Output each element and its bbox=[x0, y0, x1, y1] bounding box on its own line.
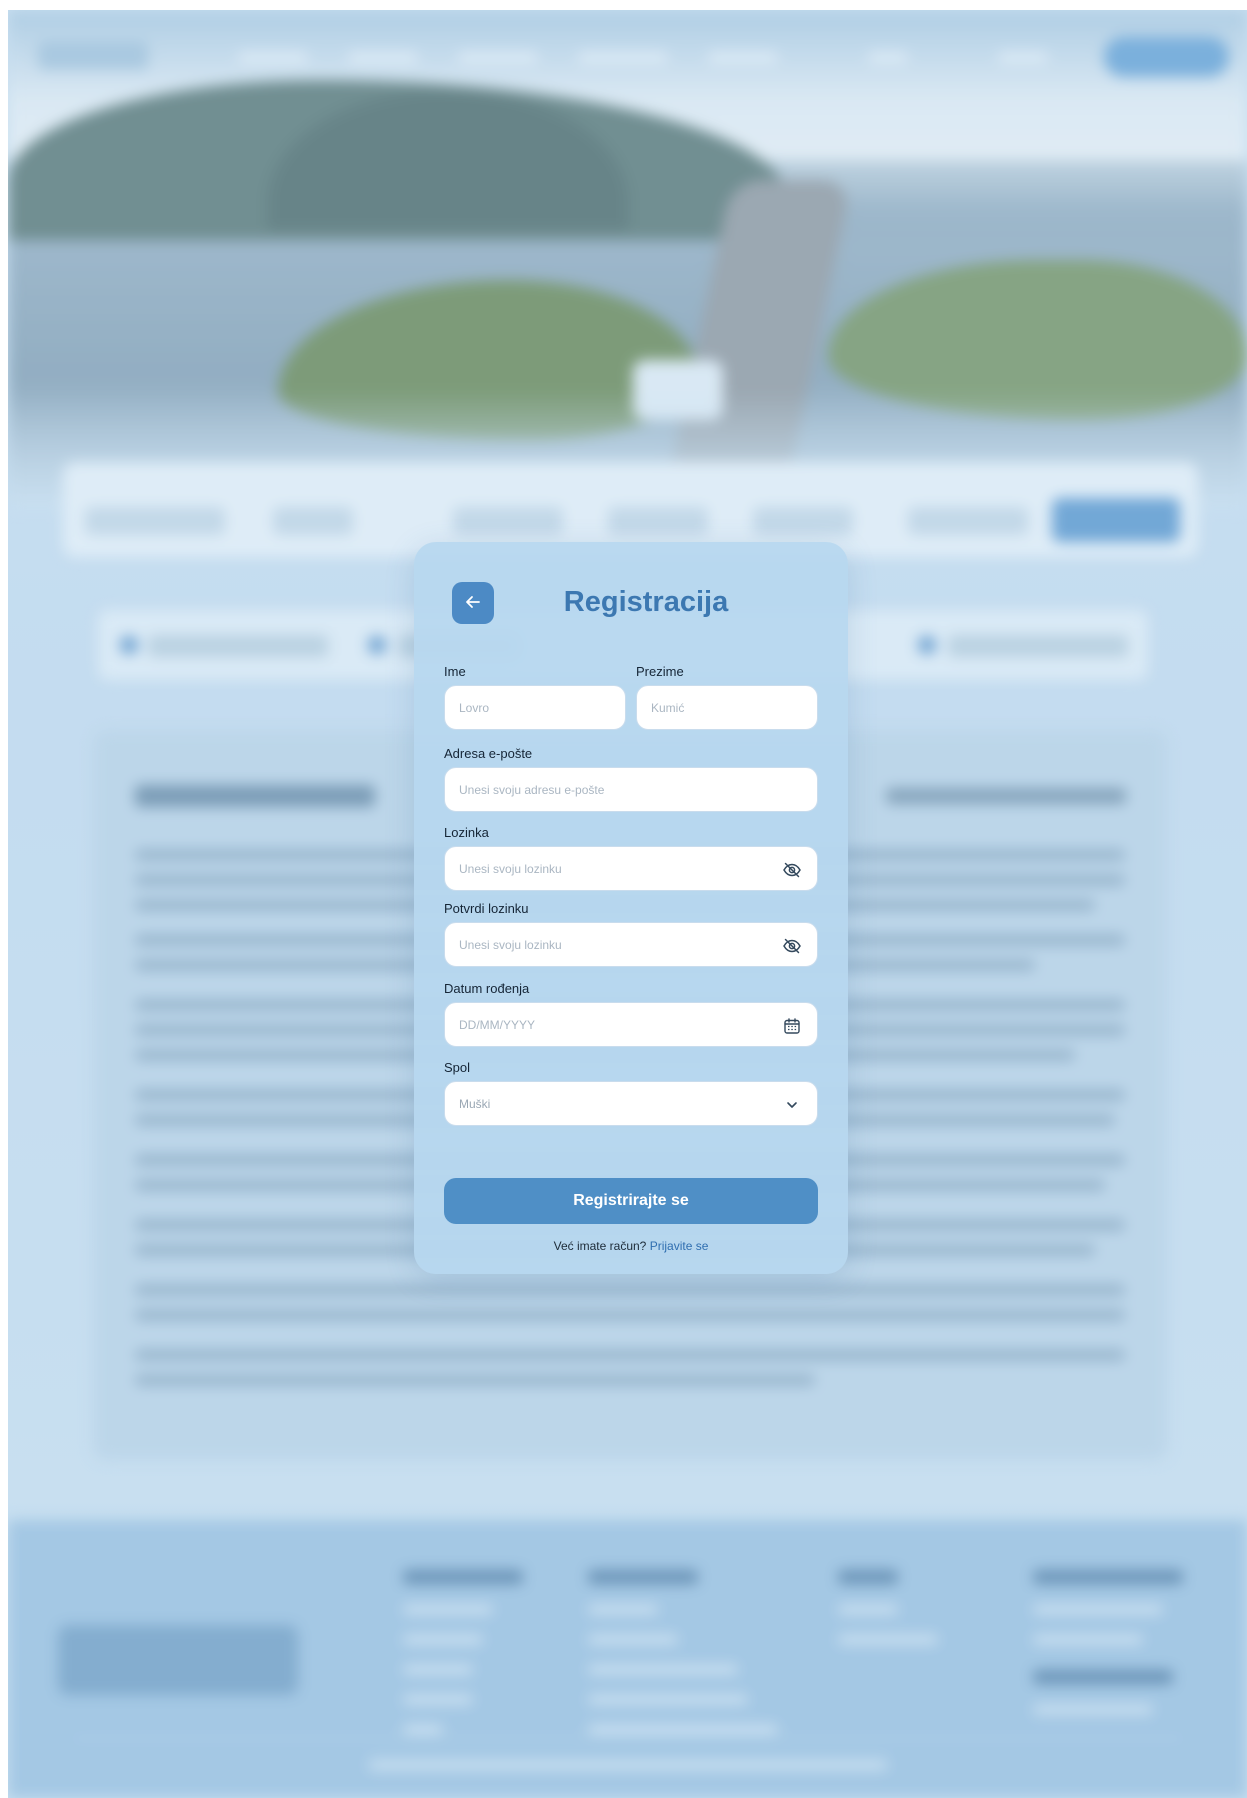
email-input[interactable] bbox=[459, 782, 803, 797]
gender-select[interactable]: Muški bbox=[444, 1081, 818, 1126]
last-name-input[interactable] bbox=[651, 700, 803, 715]
last-name-label: Prezime bbox=[636, 664, 684, 679]
first-name-input[interactable] bbox=[459, 700, 611, 715]
password-field[interactable] bbox=[444, 846, 818, 891]
password-input[interactable] bbox=[459, 861, 803, 876]
password-label: Lozinka bbox=[444, 825, 489, 840]
first-name-field[interactable] bbox=[444, 685, 626, 730]
confirm-password-field[interactable] bbox=[444, 922, 818, 967]
calendar-icon[interactable] bbox=[781, 1015, 803, 1037]
eye-off-icon[interactable] bbox=[781, 935, 803, 957]
register-button[interactable]: Registrirajte se bbox=[444, 1178, 818, 1224]
birth-date-label: Datum rođenja bbox=[444, 981, 530, 996]
email-field[interactable] bbox=[444, 767, 818, 812]
registration-modal: Registracija Ime Prezime Adresa e-pošte … bbox=[414, 542, 848, 1274]
modal-title: Registracija bbox=[563, 586, 729, 618]
last-name-field[interactable] bbox=[636, 685, 818, 730]
confirm-password-input[interactable] bbox=[459, 937, 803, 952]
birth-date-input[interactable] bbox=[459, 1017, 803, 1032]
login-prompt-text: Već imate račun? bbox=[553, 1239, 647, 1253]
login-prompt-row: Već imate račun? Prijavite se bbox=[414, 1239, 848, 1253]
gender-selected-value: Muški bbox=[459, 1096, 491, 1111]
page-frame: Registracija Ime Prezime Adresa e-pošte … bbox=[8, 10, 1247, 1798]
email-label: Adresa e-pošte bbox=[444, 746, 533, 761]
first-name-label: Ime bbox=[444, 664, 466, 679]
eye-off-icon[interactable] bbox=[781, 859, 803, 881]
gender-label: Spol bbox=[444, 1060, 471, 1075]
birth-date-field[interactable] bbox=[444, 1002, 818, 1047]
chevron-down-icon[interactable] bbox=[781, 1094, 803, 1116]
confirm-password-label: Potvrdi lozinku bbox=[444, 901, 529, 916]
login-link[interactable]: Prijavite se bbox=[650, 1239, 709, 1253]
